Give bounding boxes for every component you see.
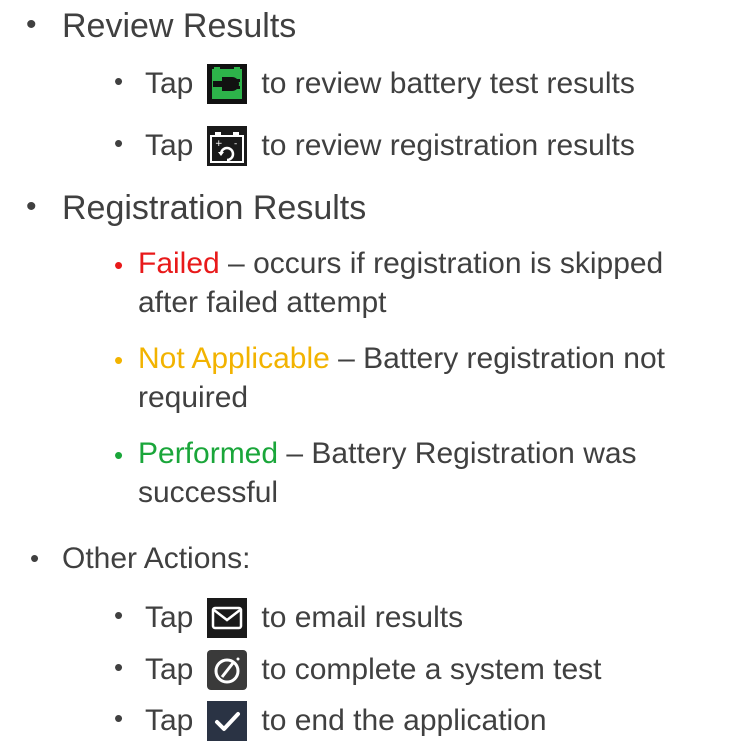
- bullet: •: [114, 345, 124, 375]
- review-item-registration: Tap + - to review registration results: [145, 124, 635, 168]
- registration-item-performed: Performed – Battery Registration was suc…: [138, 437, 637, 509]
- registration-item-not-applicable: Not Applicable – Battery registration no…: [138, 342, 665, 414]
- heading-registration-results: Registration Results: [62, 188, 367, 227]
- bullet: •: [114, 128, 124, 158]
- bullet: •: [114, 652, 124, 682]
- email-icon: [207, 598, 248, 638]
- bullet: •: [114, 440, 124, 470]
- bullet: •: [26, 190, 37, 223]
- bullet: •: [114, 703, 124, 733]
- battery-plug-icon: [207, 64, 248, 104]
- other-item-end: Tap to end the application: [145, 699, 547, 743]
- registration-item-failed: Failed – occurs if registration is skipp…: [138, 247, 664, 319]
- other-item-system-test: Tap to complete a system test: [145, 648, 602, 692]
- bullet: •: [30, 543, 40, 573]
- other-item-email: Tap to email results: [145, 596, 463, 640]
- bullet: •: [114, 600, 124, 630]
- heading-review-results: Review Results: [62, 6, 297, 45]
- bullet: •: [26, 8, 37, 41]
- svg-text:-: -: [234, 139, 237, 149]
- battery-registration-icon: + -: [207, 126, 248, 166]
- review-item-battery: Tap to review battery test results: [145, 62, 635, 106]
- bullet: •: [114, 66, 124, 96]
- system-test-icon: [207, 650, 248, 690]
- checkmark-icon: [207, 701, 248, 741]
- bullet: •: [114, 250, 124, 280]
- svg-text:+: +: [215, 139, 223, 149]
- heading-other-actions: Other Actions:: [62, 542, 251, 575]
